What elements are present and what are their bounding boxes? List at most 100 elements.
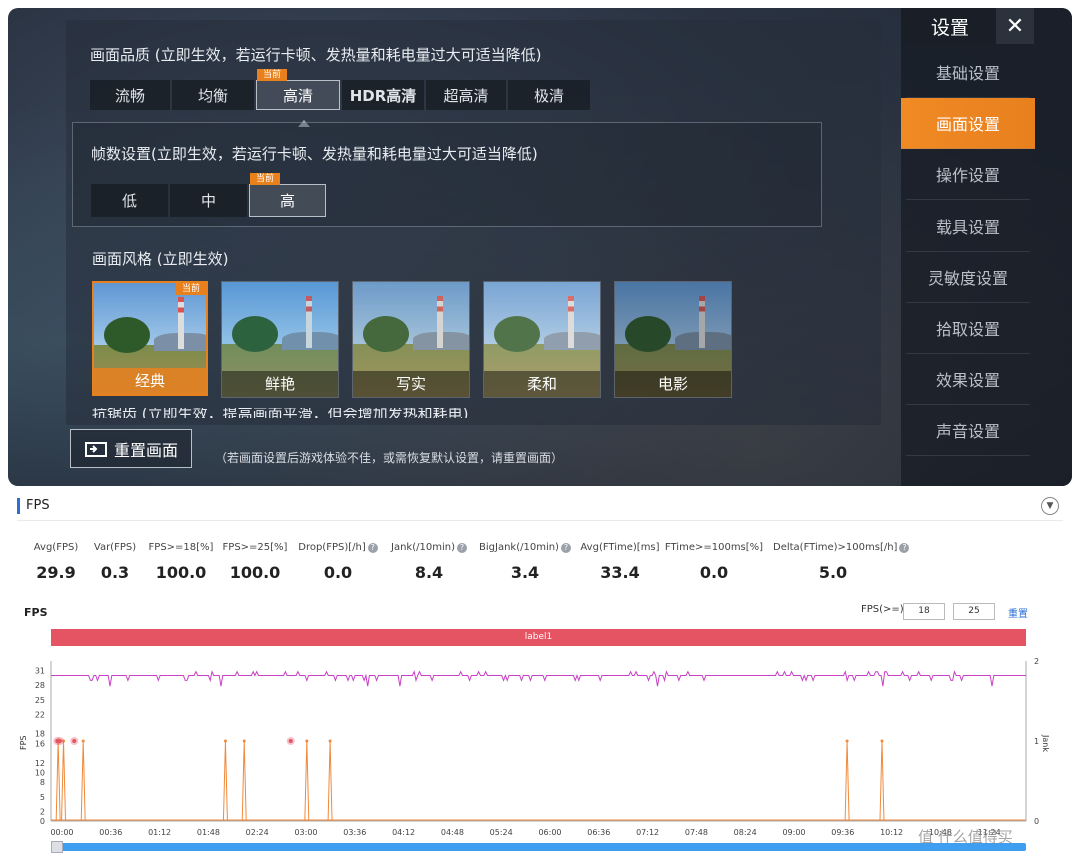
style-options: 经典 当前 鲜艳 写实 柔和 电影 (92, 281, 732, 398)
style-title: 画面风格 (立即生效) (92, 250, 229, 268)
framerate-option[interactable]: 低 (91, 184, 168, 217)
x-tick-label: 04:12 (392, 828, 415, 837)
sidebar-item[interactable]: 载具设置 (906, 201, 1030, 252)
help-icon[interactable]: ? (899, 543, 910, 553)
quality-option-label: 极清 (533, 86, 564, 105)
framerate-option[interactable]: 高 当前 (249, 173, 326, 217)
fps-chart: 02581012161822252831012FPS Jank00:00 00:36… (19, 657, 1050, 837)
x-tick-label: 03:00 (294, 828, 317, 837)
x-tick-label: 10:12 (880, 828, 903, 837)
time-scrollbar[interactable] (51, 841, 1026, 853)
jank-spike (304, 740, 310, 822)
style-thumbnail-label: 柔和 (484, 371, 600, 397)
quality-option-label: 均衡 (197, 86, 228, 105)
sidebar-item[interactable]: 拾取设置 (906, 303, 1030, 354)
y-tick-label: 2 (40, 807, 45, 816)
reset-graphics-button[interactable]: 重置画面 (70, 429, 192, 468)
quality-title: 画面品质 (立即生效，若运行卡顿、发热量和耗电量过大可适当降低) (90, 46, 542, 64)
reset-graphics-label: 重置画面 (113, 440, 178, 460)
sidebar-item[interactable]: 灵敏度设置 (906, 252, 1030, 303)
reset-link[interactable]: 重置 (1008, 605, 1028, 620)
close-icon[interactable]: ✕ (996, 8, 1034, 44)
threshold-input-18[interactable]: 18 (903, 603, 945, 620)
quality-option[interactable]: 超高清 (426, 80, 506, 110)
style-thumbnail[interactable]: 鲜艳 (221, 281, 339, 398)
jank-spike (80, 740, 86, 822)
y-tick-label: 31 (35, 667, 45, 676)
x-tick-label: 00:36 (99, 828, 122, 837)
fps-section-title: FPS (26, 498, 50, 513)
jank-spike (327, 740, 333, 822)
stat-label: FTime>=100ms[%] (664, 542, 764, 553)
jank-spike (879, 740, 885, 822)
stat-value: 5.0 (818, 563, 848, 582)
quality-option[interactable]: 均衡 (172, 80, 254, 110)
label-bar[interactable]: label1 (51, 629, 1026, 646)
threshold-input-25[interactable]: 25 (953, 603, 995, 620)
chart-title: FPS (24, 606, 48, 619)
game-settings-screen: 画面品质 (立即生效，若运行卡顿、发热量和耗电量过大可适当降低) 流畅 均衡 高清当… (8, 8, 1072, 486)
section-accent-bar (17, 498, 20, 514)
framerate-option-label: 低 (121, 192, 137, 210)
y-tick-label: 28 (35, 681, 45, 690)
stat-item: FTime>=100ms[%] 0.0 (654, 542, 774, 582)
jank-spike (241, 740, 247, 822)
antialias-title: 抗锯齿 (立即生效，提高画面平滑，但会增加发热和耗电) (92, 408, 469, 418)
sidebar-item[interactable]: 基础设置 (906, 47, 1030, 98)
y-tick-label: 10 (35, 769, 45, 778)
jank-point (242, 739, 246, 743)
sidebar-item[interactable]: 效果设置 (906, 354, 1030, 406)
jank-spike (55, 740, 61, 822)
quality-option-label: 流畅 (114, 86, 145, 105)
quality-option-label: 超高清 (443, 86, 489, 105)
y-tick-label: 18 (35, 730, 45, 739)
framerate-title: 帧数设置(立即生效，若运行卡顿、发热量和耗电量过大可适当降低) (91, 145, 538, 163)
current-badge: 当前 (250, 173, 281, 185)
jank-point (845, 739, 849, 743)
current-badge: 当前 (175, 283, 206, 295)
jank-point (81, 739, 85, 743)
x-tick-label: 09:36 (831, 828, 854, 837)
jank-spike (61, 740, 67, 822)
fps-section-header: FPS ▼ (17, 496, 1063, 521)
y-tick-label: 8 (40, 778, 45, 787)
bigjank-point (288, 739, 293, 743)
x-tick-label: 07:48 (685, 828, 708, 837)
sidebar-item[interactable]: 操作设置 (906, 149, 1030, 201)
jank-point (223, 739, 227, 743)
quality-option[interactable]: 极清 (508, 80, 590, 110)
stat-label: Delta(FTime)>100ms[/h]? (773, 542, 910, 553)
sidebar-item[interactable]: 画面设置 (901, 98, 1035, 150)
y-tick-label: 12 (35, 759, 45, 768)
fps-line (51, 670, 1026, 687)
style-thumbnail-label: 写实 (353, 371, 469, 397)
style-thumbnail[interactable]: 电影 (614, 281, 732, 398)
style-thumbnail-label: 电影 (615, 371, 731, 397)
x-tick-label: 01:48 (197, 828, 220, 837)
framerate-options: 低 中 高 当前 (91, 173, 326, 217)
y2-tick-label: 1 (1034, 737, 1039, 746)
quality-option-label: 高清 (282, 86, 313, 105)
quality-option-label: HDR高清 (349, 86, 417, 105)
bigjank-point (72, 739, 77, 743)
jank-point (880, 739, 884, 743)
settings-sidebar: 设置 ✕ 基础设置 画面设置 操作设置 载具设置 灵敏度设置 拾取设置 效果设置 声音设置 (901, 8, 1072, 486)
style-thumbnail[interactable]: 经典 当前 (92, 281, 208, 396)
x-tick-label: 01:12 (148, 828, 171, 837)
sidebar-item[interactable]: 声音设置 (906, 405, 1030, 457)
style-thumbnail[interactable]: 写实 (352, 281, 470, 398)
scroll-handle[interactable] (51, 841, 63, 853)
framerate-box: 帧数设置(立即生效，若运行卡顿、发热量和耗电量过大可适当降低) 低 中 高 当前 (72, 122, 822, 227)
jank-spike (844, 740, 850, 822)
x-tick-label: 06:36 (587, 828, 610, 837)
style-thumbnail[interactable]: 柔和 (483, 281, 601, 398)
bigjank-point (57, 739, 62, 743)
quality-option[interactable]: HDR高清 (342, 80, 424, 110)
quality-option[interactable]: 流畅 (90, 80, 170, 110)
quality-option[interactable]: 高清 当前 (256, 69, 340, 110)
framerate-option[interactable]: 中 (170, 184, 247, 217)
x-tick-label: 09:00 (782, 828, 805, 837)
chevron-down-icon[interactable]: ▼ (1041, 497, 1059, 515)
x-tick-label: 06:00 (538, 828, 561, 837)
framerate-option-label: 中 (200, 192, 216, 210)
